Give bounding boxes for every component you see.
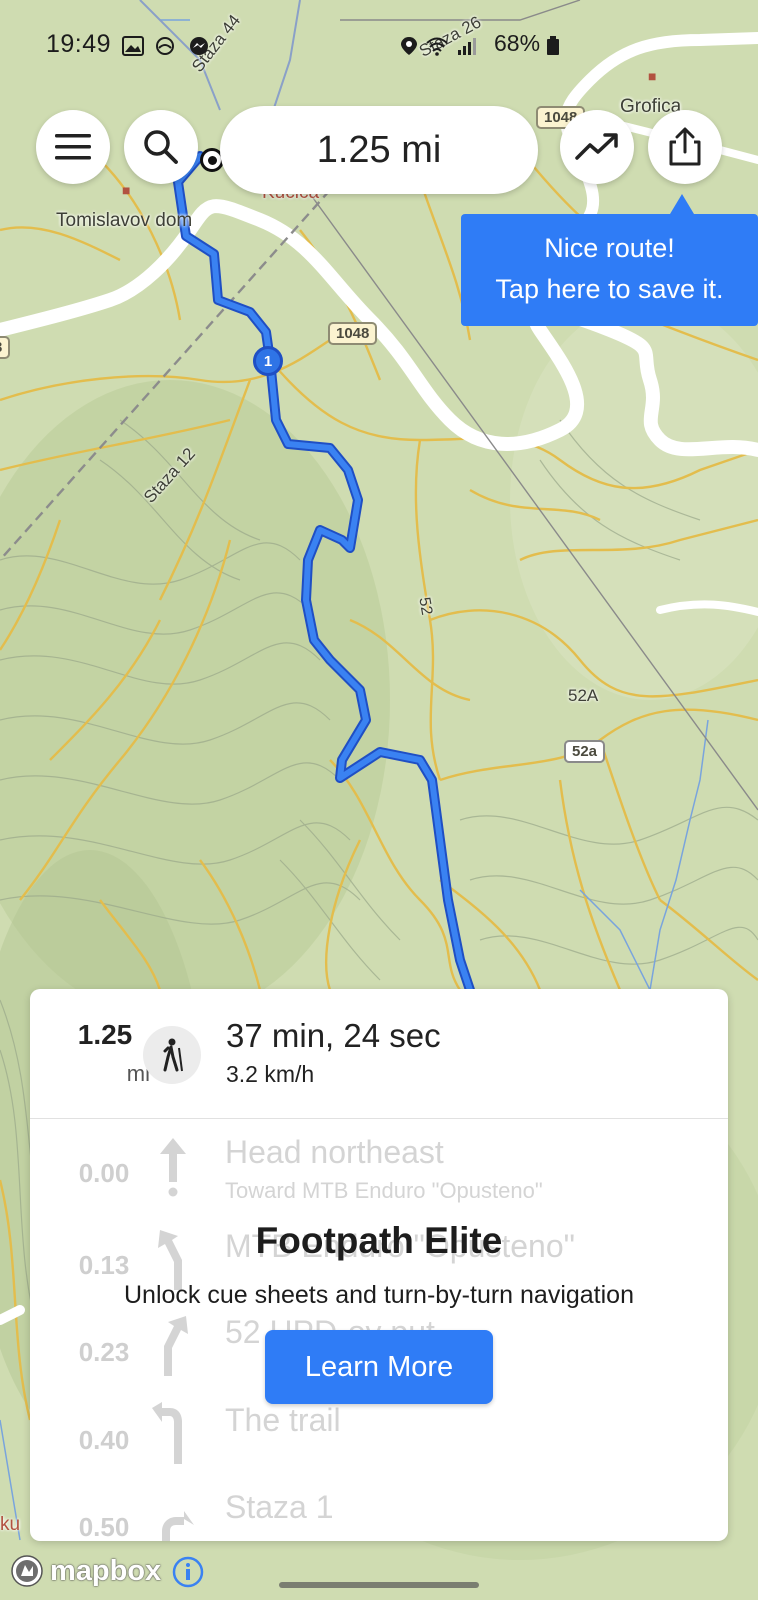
mapbox-logo[interactable]: mapbox — [10, 1552, 161, 1590]
hamburger-icon — [55, 134, 91, 160]
cue-name: Staza 1 — [225, 1489, 334, 1525]
search-button[interactable] — [124, 110, 198, 184]
status-bar: 19:49 68% — [0, 26, 758, 66]
cue-distance: 0.00 — [78, 1158, 130, 1188]
search-icon — [144, 130, 178, 164]
summary-speed: 3.2 km/h — [226, 1061, 315, 1087]
cue-row: 0.50 Staza 1 — [30, 1475, 728, 1541]
upsell-text: Unlock cue sheets and turn-by-turn navig… — [123, 1281, 634, 1309]
map-label-52: 52 — [415, 596, 436, 617]
map-label-ku: ku — [0, 1514, 21, 1535]
route-summary[interactable]: 1.25 mi 37 min, 24 sec 3.2 km/h — [30, 989, 728, 1119]
tooltip-line-1: Nice route! — [544, 233, 675, 263]
bear-right-icon — [164, 1316, 188, 1376]
waypoint-marker[interactable]: 1 — [253, 346, 283, 376]
battery-percent: 68% — [494, 30, 541, 56]
home-indicator[interactable] — [279, 1582, 479, 1588]
messenger-icon — [190, 37, 208, 55]
share-button[interactable] — [648, 110, 722, 184]
lodging-icon: ■ — [122, 182, 131, 198]
cue-row: 0.00 Head northeast Toward MTB Enduro "O… — [30, 1120, 728, 1208]
map-label-tomislavov-dom: Tomislavov dom — [56, 210, 193, 231]
turn-right-icon — [162, 1511, 194, 1541]
elevation-button[interactable] — [560, 110, 634, 184]
cue-distance: 0.50 — [78, 1512, 130, 1541]
learn-more-button[interactable]: Learn More — [265, 1330, 493, 1404]
turn-left-icon — [152, 1402, 182, 1464]
road-shield-52a: 52a — [564, 740, 606, 763]
cue-distance: 0.40 — [78, 1425, 130, 1455]
summary-duration: 37 min, 24 sec — [226, 1017, 441, 1054]
location-icon — [401, 37, 417, 55]
route-distance-pill[interactable]: 1.25 mi — [220, 106, 538, 194]
road-shield-1048: 1048 — [328, 322, 378, 345]
battery-icon — [547, 36, 559, 55]
signal-icon — [458, 38, 476, 55]
road-shield-3: 3 — [0, 336, 11, 359]
travel-mode-button[interactable] — [143, 1026, 201, 1084]
mapbox-icon — [11, 1555, 43, 1587]
waypoint-number: 1 — [263, 352, 273, 370]
mapbox-wordmark: mapbox — [50, 1554, 162, 1587]
cue-sheet: 0.00 Head northeast Toward MTB Enduro "O… — [30, 1120, 728, 1541]
tooltip-line-2: Tap here to save it. — [495, 274, 724, 304]
wifi-icon — [426, 37, 448, 56]
trend-up-icon — [575, 133, 618, 160]
hiker-icon — [163, 1038, 183, 1072]
info-icon[interactable] — [172, 1556, 204, 1588]
route-distance: 1.25 mi — [316, 128, 442, 171]
arrow-up-icon — [160, 1138, 186, 1197]
cue-subtitle: Toward MTB Enduro "Opusteno" — [225, 1178, 543, 1203]
summary-distance: 1.25 — [77, 1019, 133, 1050]
summary-unit: mi — [126, 1061, 150, 1086]
map-label-52A: 52A — [568, 686, 599, 705]
cue-name: The trail — [225, 1402, 341, 1438]
cue-name: Head northeast — [225, 1134, 444, 1170]
image-icon — [122, 36, 144, 56]
lodging-icon: ■ — [648, 68, 657, 84]
status-time: 19:49 — [46, 30, 112, 58]
upsell-title: Footpath Elite — [255, 1220, 503, 1261]
tooltip-arrow — [670, 194, 694, 214]
share-icon — [669, 127, 701, 166]
menu-button[interactable] — [36, 110, 110, 184]
cue-distance: 0.23 — [78, 1337, 130, 1367]
cloud-icon — [156, 37, 174, 55]
save-route-tooltip[interactable]: Nice route! Tap here to save it. — [461, 214, 758, 326]
route-panel[interactable]: 1.25 mi 37 min, 24 sec 3.2 km/h 0.00 Hea… — [30, 989, 728, 1541]
